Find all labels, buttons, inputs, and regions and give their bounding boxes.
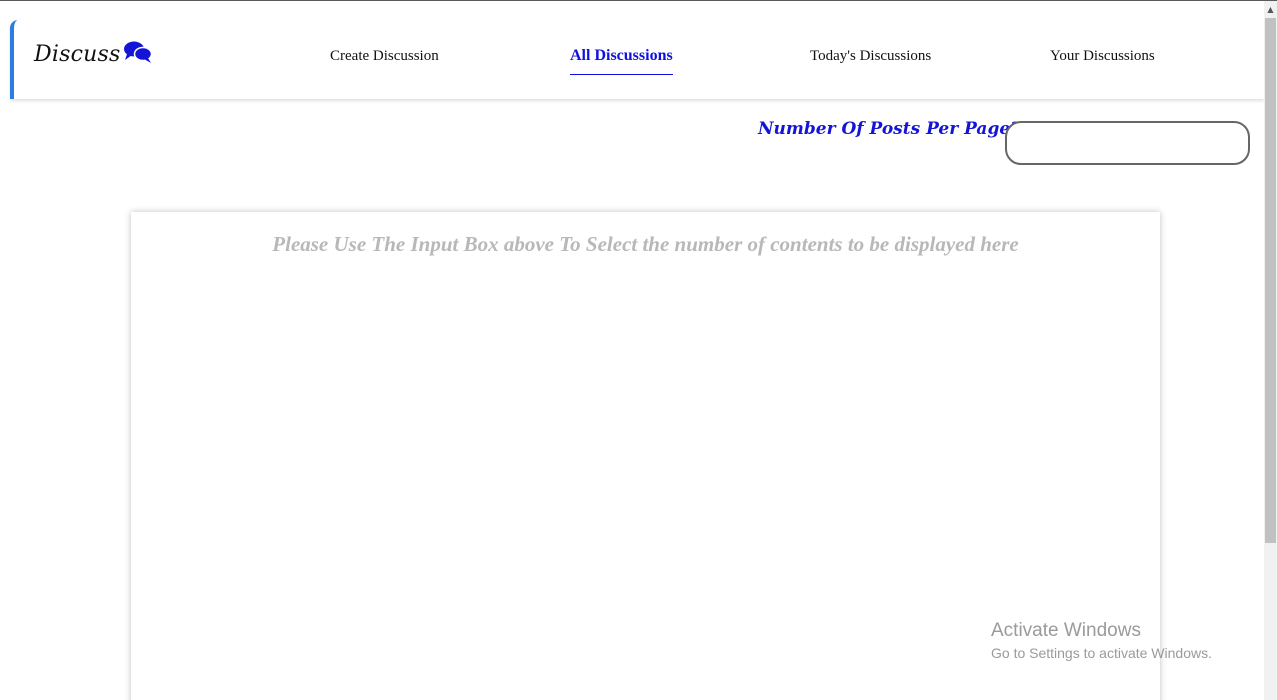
scrollbar-thumb[interactable] (1265, 18, 1276, 543)
brand-logo[interactable]: Discuss (34, 40, 153, 67)
active-tab-underline (570, 74, 673, 75)
brand-name: Discuss (34, 42, 121, 67)
nav-all-discussions-label: All Discussions (570, 47, 673, 64)
comments-icon (123, 40, 153, 64)
watermark-subtitle: Go to Settings to activate Windows. (991, 645, 1212, 661)
nav-todays-discussions[interactable]: Today's Discussions (810, 48, 931, 65)
content-placeholder-text: Please Use The Input Box above To Select… (272, 232, 1019, 256)
nav-all-discussions[interactable]: All Discussions (570, 47, 673, 75)
navbar: Discuss Create Discussion All Discussion… (10, 20, 1264, 99)
scroll-up-arrow-icon[interactable]: ▲ (1264, 4, 1277, 16)
nav-create-discussion[interactable]: Create Discussion (330, 48, 439, 65)
watermark-title: Activate Windows (991, 620, 1141, 641)
posts-per-page-label: Number Of Posts Per Page? (758, 119, 1021, 139)
window-top-border (0, 0, 1277, 1)
posts-per-page-input[interactable] (1005, 121, 1250, 165)
nav-your-discussions[interactable]: Your Discussions (1050, 48, 1155, 65)
windows-activation-watermark: Activate Windows Go to Settings to activ… (991, 620, 1212, 663)
